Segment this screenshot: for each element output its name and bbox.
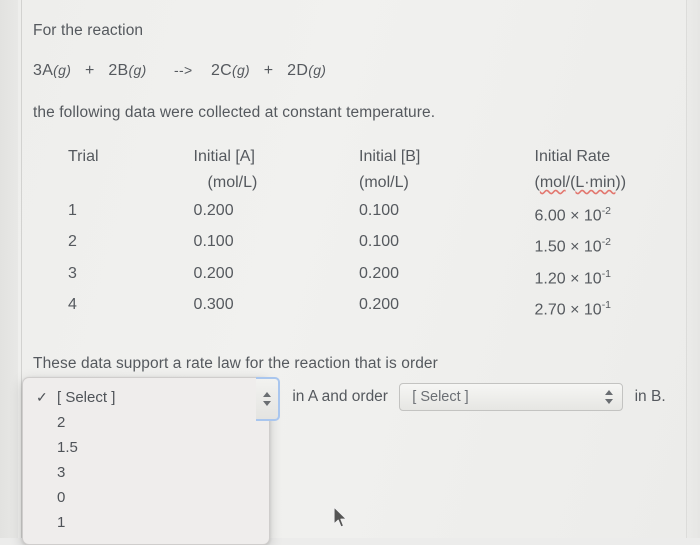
header-initial-rate-units: (mol/(L·min)) [535,170,700,198]
rate-unit-lmin: L·min [575,174,616,191]
header-initial-a: Initial [A] [193,148,255,165]
table-row: 4 0.300 0.200 2.70 × 10-1 [0,292,700,323]
dropdown-option-label: 2 [57,414,66,431]
table-header-row-2: (mol/L) (mol/L) (mol/(L·min)) [0,170,700,198]
cell-initial-rate: 2.70 × 10-1 [535,292,700,323]
cell-initial-b: 0.100 [359,233,400,251]
rate-unit-slash: /( [565,174,576,191]
chemical-equation: 3A(g) + 2B(g) --> 2C(g) + 2D(g) [33,62,327,79]
dropdown-option-label: [ Select ] [57,389,116,406]
cell-initial-a: 0.200 [193,264,234,282]
rate-unit-mol: mol [539,174,566,191]
between-selects-text: in A and order [292,388,388,405]
rate-unit-close: )) [615,174,627,191]
check-icon: ✓ [36,389,48,405]
dropdown-option[interactable]: 3 [23,460,269,485]
dropdown-option[interactable]: 1 [23,510,269,535]
rate-data-table: Trial Initial [A] Initial [B] Initial Ra… [0,144,700,323]
cell-initial-b: 0.200 [359,264,400,282]
eq-term-2: 2B(g) [108,62,147,79]
intro-text: For the reaction [33,22,144,39]
cell-initial-a: 0.300 [193,295,234,313]
cell-initial-rate: 1.50 × 10-2 [535,229,700,260]
table-header: Trial Initial [A] Initial [B] Initial Ra… [0,144,700,198]
rate-mantissa: 1.20 × 10 [534,269,602,287]
dropdown-option-label: 0 [57,489,66,506]
page-canvas: For the reaction 3A(g) + 2B(g) --> 2C(g)… [0,0,700,545]
header-trial-sub [0,170,194,198]
dropdown-option-label: 1.5 [57,439,78,456]
table-row: 3 0.200 0.200 1.20 × 10-1 [0,261,700,292]
dropdown-option[interactable]: 2 [23,410,269,435]
dropdown-option[interactable]: ✓ [ Select ] [23,385,269,410]
after-selects-text: in B. [634,388,666,405]
table-row: 2 0.100 0.100 1.50 × 10-2 [0,229,700,260]
table-body: 1 0.200 0.100 6.00 × 10-2 2 0.100 0.100 … [0,198,700,323]
cell-initial-b: 0.200 [359,295,400,313]
rate-mantissa: 1.50 × 10 [534,238,602,256]
rate-mantissa: 2.70 × 10 [534,301,602,319]
cell-trial: 1 [68,202,77,219]
dropdown-option-label: 3 [57,464,66,481]
table-header-row-1: Trial Initial [A] Initial [B] Initial Ra… [0,144,700,170]
cell-initial-rate: 1.20 × 10-1 [535,261,700,292]
select-order-in-a-spinner-edge[interactable] [256,377,280,421]
cell-trial: 4 [68,295,77,313]
rate-exponent: -1 [601,267,612,280]
cell-initial-a: 0.200 [193,202,234,219]
header-initial-b: Initial [B] [359,148,421,165]
spinner-icon[interactable] [605,389,614,405]
cell-initial-rate: 6.00 × 10-2 [535,198,700,229]
rate-exponent: -2 [601,236,612,249]
eq-arrow: --> [174,62,193,78]
select-order-in-b[interactable]: [ Select ] [399,383,624,411]
rate-exponent: -1 [601,298,612,311]
header-initial-a-units: (mol/L) [207,174,258,191]
header-initial-rate: Initial Rate [534,148,611,165]
dropdown-option-label: 1 [57,514,66,531]
eq-term-4: 2D(g) [287,62,327,79]
cell-trial: 2 [68,233,77,251]
cell-initial-a: 0.100 [193,233,234,251]
data-collected-text: the following data were collected at con… [33,104,436,121]
eq-term-1: 3A(g) [33,62,72,79]
dropdown-option[interactable]: 1.5 [23,435,269,460]
cell-trial: 3 [68,264,77,282]
eq-term-3: 2C(g) [210,62,251,79]
spinner-icon[interactable] [263,391,272,407]
table-row: 1 0.200 0.100 6.00 × 10-2 [0,198,700,229]
header-trial: Trial [68,148,99,165]
header-initial-b-units: (mol/L) [359,174,409,191]
rate-law-question-text: These data support a rate law for the re… [33,355,438,372]
rate-exponent: -2 [601,205,612,217]
rate-mantissa: 6.00 × 10 [534,207,602,225]
select-order-in-b-value: [ Select ] [412,389,469,405]
dropdown-menu-order-in-a[interactable]: ✓ [ Select ] 2 1.5 3 0 1 [22,377,270,545]
mouse-cursor-icon [333,506,348,528]
cell-initial-b: 0.100 [359,202,400,219]
dropdown-option[interactable]: 0 [23,485,269,510]
